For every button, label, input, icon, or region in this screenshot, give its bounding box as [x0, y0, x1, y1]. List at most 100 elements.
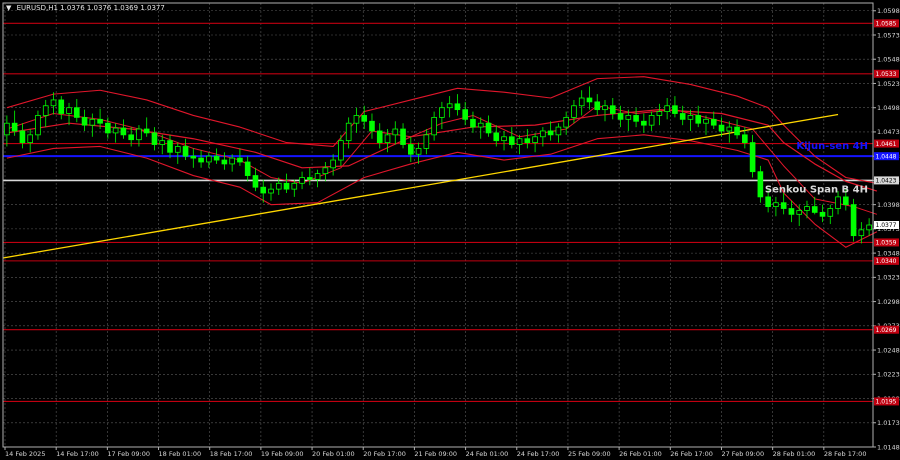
candle-body [493, 132, 500, 142]
candle-body [66, 107, 72, 114]
candle-body [345, 122, 352, 142]
candle-body [190, 155, 197, 159]
chart-window: 1.0598 1.0573 1.0548 1.0523 1.0498 1.0473 1.04… [0, 0, 900, 460]
candle-body [415, 148, 422, 155]
candle-body [625, 115, 632, 120]
candle-body [866, 224, 872, 231]
y-tick-label: 1.0298 [877, 298, 900, 306]
candle-body [73, 107, 80, 118]
candle-body [151, 132, 158, 145]
candle-body [617, 113, 624, 120]
candle-body [120, 127, 127, 136]
x-tick-label: 27 Feb 09:00 [721, 450, 764, 458]
candle-body [664, 105, 670, 112]
level-price-tag: 1.0195 [876, 399, 897, 406]
candle-body [384, 134, 391, 143]
candle-body [679, 113, 686, 120]
candle-body [470, 118, 476, 128]
price-chart[interactable]: 1.0598 1.0573 1.0548 1.0523 1.0498 1.0473 1.04… [0, 0, 900, 460]
candle-body [734, 126, 740, 136]
candle-body [291, 182, 298, 190]
candle-body [742, 134, 748, 143]
candle-body [89, 118, 96, 126]
candle-body [672, 105, 678, 114]
y-tick-label: 1.0348 [877, 249, 900, 257]
candle-body [641, 120, 647, 126]
candle-body [501, 136, 507, 142]
candle-body [322, 167, 329, 175]
candle [850, 198, 857, 242]
candle-body [446, 103, 453, 109]
candle-body [648, 115, 655, 126]
candle-body [695, 115, 702, 124]
candle-body [105, 122, 111, 134]
candle [757, 165, 764, 203]
candle-body [835, 196, 841, 209]
candle-body [765, 196, 771, 207]
y-tick-label: 1.0223 [877, 371, 900, 379]
candle-body [252, 175, 259, 188]
candle-body [462, 109, 468, 120]
candle-body [439, 107, 445, 118]
x-tick-label: 14 Feb 17:00 [56, 450, 99, 458]
level-price-tag: 1.0461 [876, 141, 897, 148]
candle-body [128, 134, 134, 141]
x-tick-label: 24 Feb 01:00 [466, 450, 509, 458]
candle-body [609, 105, 616, 114]
candle-body [167, 140, 173, 153]
x-tick-label: 19 Feb 09:00 [261, 450, 304, 458]
y-tick-label: 1.0323 [877, 274, 900, 282]
y-tick-label: 1.0473 [877, 128, 900, 136]
candle-body [656, 111, 663, 116]
x-tick-label: 21 Feb 09:00 [414, 450, 457, 458]
candle-body [27, 134, 33, 143]
candle-body [229, 157, 235, 165]
candle-body [330, 159, 336, 169]
candle-body [819, 211, 826, 217]
candle-body [299, 177, 305, 184]
candle-body [431, 116, 437, 136]
candle-body [353, 115, 360, 124]
candle-body [477, 122, 484, 128]
senkou-b-4h-price-tag: 1.0423 [876, 178, 897, 185]
candle-body [206, 155, 212, 163]
candle-body [485, 122, 492, 134]
level-price-tag: 1.0533 [876, 71, 897, 78]
y-tick-label: 1.0523 [877, 80, 900, 88]
candle-body [97, 118, 103, 124]
candle-body [718, 124, 725, 132]
candle-body [50, 99, 57, 107]
candle-body [850, 204, 857, 237]
y-tick-label: 1.0548 [877, 56, 900, 64]
x-tick-label: 26 Feb 17:00 [670, 450, 713, 458]
candle-body [361, 115, 368, 122]
x-tick-label: 17 Feb 09:00 [107, 450, 150, 458]
level-price-tag: 1.0340 [876, 258, 897, 265]
candle-body [198, 157, 204, 163]
y-tick-label: 1.0248 [877, 346, 900, 354]
kijun-4h-label: Kijun-sen 4H [796, 141, 868, 152]
candle-body [400, 128, 406, 145]
candle-body [586, 97, 593, 103]
candle-body [726, 126, 733, 132]
candle-body [796, 210, 803, 215]
x-tick-label: 14 Feb 2025 [5, 450, 45, 458]
candle-body [221, 159, 228, 165]
candle-body [314, 173, 321, 180]
candle-body [244, 161, 251, 176]
candle-body [594, 101, 601, 111]
kijun-4h-price-tag: 1.0448 [876, 153, 897, 160]
candle-body [19, 130, 26, 143]
candle-body [540, 130, 546, 138]
candle-body [159, 140, 166, 145]
current-price-tag: 1.0377 [876, 222, 897, 229]
x-tick-label: 20 Feb 01:00 [312, 450, 355, 458]
candle-body [4, 122, 10, 136]
x-tick-label: 28 Feb 17:00 [824, 450, 867, 458]
candle-body [268, 188, 274, 194]
header-caret: ▼ [6, 4, 12, 12]
candle-body [508, 136, 515, 145]
candle-body [811, 206, 818, 213]
candle-body [524, 138, 531, 143]
candle-body [633, 115, 639, 122]
